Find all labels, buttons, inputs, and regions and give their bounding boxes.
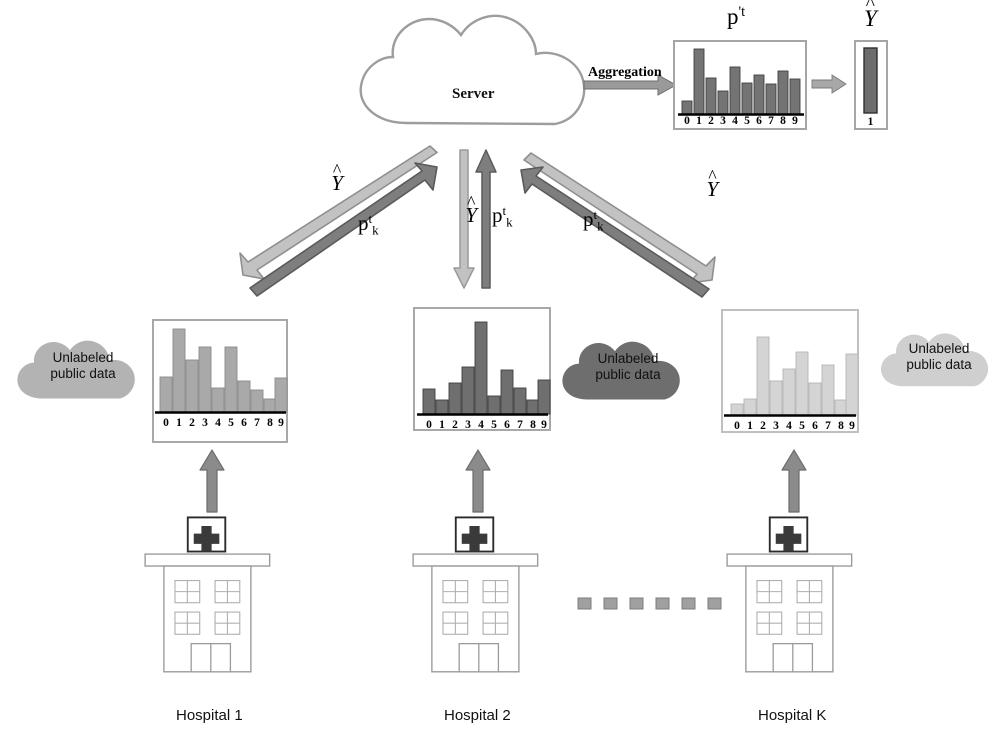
hospital-ellipsis-dots	[577, 597, 722, 610]
svg-text:7: 7	[254, 417, 260, 429]
cloud-1-text: Unlabeled public data	[30, 350, 136, 382]
arrow-hospital1-to-histogram	[199, 449, 225, 513]
svg-text:3: 3	[773, 420, 779, 432]
svg-text:1: 1	[176, 417, 182, 429]
svg-text:7: 7	[517, 419, 523, 431]
svg-text:5: 5	[744, 115, 750, 127]
server-cloud	[359, 14, 586, 126]
svg-text:1: 1	[439, 419, 445, 431]
yhat-tick-1: 1	[868, 116, 874, 128]
svg-text:4: 4	[732, 115, 738, 127]
hospital-1-building	[144, 516, 271, 673]
argmax-arrow	[811, 74, 847, 94]
svg-text:5: 5	[799, 420, 805, 432]
svg-text:7: 7	[825, 420, 831, 432]
svg-text:0: 0	[734, 420, 740, 432]
hospital-k-label: Hospital K	[758, 707, 827, 724]
p-symbol: p	[727, 4, 739, 29]
arrow-hospital1-to-server-pkt	[249, 162, 438, 297]
svg-text:4: 4	[786, 420, 792, 432]
p-superscript: 't	[738, 4, 746, 21]
cloud-2-line1: Unlabeled	[597, 351, 659, 366]
edge-label-yhat-left: ^ Y	[331, 160, 343, 196]
edge-label-yhat-center: ^ Y	[465, 192, 477, 228]
p-symbol: p	[492, 203, 503, 228]
arrow-server-to-hospitalk-yhat	[523, 152, 716, 284]
hospital-2-histogram	[413, 307, 551, 431]
cloud-2-text: Unlabeled public data	[575, 351, 681, 383]
svg-text:6: 6	[812, 420, 818, 432]
server-output-title: ^ Y	[864, 0, 877, 32]
svg-text:4: 4	[478, 419, 484, 431]
cloud-2-line2: public data	[595, 367, 661, 382]
svg-text:0: 0	[163, 417, 169, 429]
edge-label-yhat-right: ^ Y	[707, 166, 719, 202]
arrow-hospitalk-to-server-pkt	[520, 166, 710, 298]
p-subscript: k	[506, 214, 513, 230]
svg-text:0: 0	[684, 115, 690, 127]
svg-text:2: 2	[452, 419, 458, 431]
svg-text:9: 9	[278, 417, 284, 429]
diagram-graphics: 012 345 678 9 1 012 345 678 9 012 345 67…	[17, 14, 989, 673]
hospital-1-label: Hospital 1	[176, 707, 243, 724]
hat-accent: ^	[708, 165, 717, 186]
hospital-k-histogram	[721, 309, 859, 433]
p-subscript: k	[597, 218, 604, 234]
cloud-3-line1: Unlabeled	[908, 341, 970, 356]
svg-text:9: 9	[849, 420, 855, 432]
svg-text:6: 6	[504, 419, 510, 431]
cloud-1-line2: public data	[50, 366, 116, 381]
p-subscript: k	[372, 222, 379, 238]
cloud-3-line2: public data	[906, 357, 972, 372]
svg-text:1: 1	[747, 420, 753, 432]
edge-label-pkt-center: ptk	[492, 203, 513, 231]
hat-accent: ^	[467, 191, 476, 212]
server-histogram-title: p't	[727, 4, 745, 30]
svg-text:2: 2	[708, 115, 714, 127]
svg-text:6: 6	[756, 115, 762, 127]
svg-text:8: 8	[530, 419, 536, 431]
svg-text:3: 3	[465, 419, 471, 431]
hospital-2-label: Hospital 2	[444, 707, 511, 724]
p-symbol: p	[358, 211, 369, 236]
svg-text:4: 4	[215, 417, 221, 429]
p-symbol: p	[583, 207, 594, 232]
svg-text:8: 8	[267, 417, 273, 429]
svg-text:3: 3	[720, 115, 726, 127]
hat-accent: ^	[332, 159, 342, 180]
server-label: Server	[452, 86, 495, 102]
diagram-canvas: 012 345 678 9 1 012 345 678 9 012 345 67…	[0, 0, 1000, 733]
svg-text:7: 7	[768, 115, 774, 127]
svg-text:8: 8	[838, 420, 844, 432]
svg-text:2: 2	[189, 417, 195, 429]
svg-text:3: 3	[202, 417, 208, 429]
svg-text:0: 0	[426, 419, 432, 431]
edge-label-pkt-right: ptk	[583, 207, 604, 235]
hospital-2-building	[412, 516, 539, 673]
svg-text:6: 6	[241, 417, 247, 429]
svg-text:9: 9	[792, 115, 798, 127]
server-histogram-box	[673, 40, 807, 130]
svg-text:5: 5	[491, 419, 497, 431]
cloud-3-text: Unlabeled public data	[889, 341, 989, 373]
svg-text:2: 2	[760, 420, 766, 432]
arrow-hospitalk-to-histogram	[781, 449, 807, 513]
hospital-k-building	[726, 516, 853, 673]
svg-text:5: 5	[228, 417, 234, 429]
svg-text:1: 1	[696, 115, 702, 127]
cloud-1-line1: Unlabeled	[52, 350, 114, 365]
aggregation-label: Aggregation	[588, 65, 662, 80]
edge-label-pkt-left: ptk	[358, 211, 379, 239]
svg-text:9: 9	[541, 419, 547, 431]
arrow-hospital2-to-histogram	[465, 449, 491, 513]
svg-text:8: 8	[780, 115, 786, 127]
hat-accent: ^	[865, 0, 875, 15]
